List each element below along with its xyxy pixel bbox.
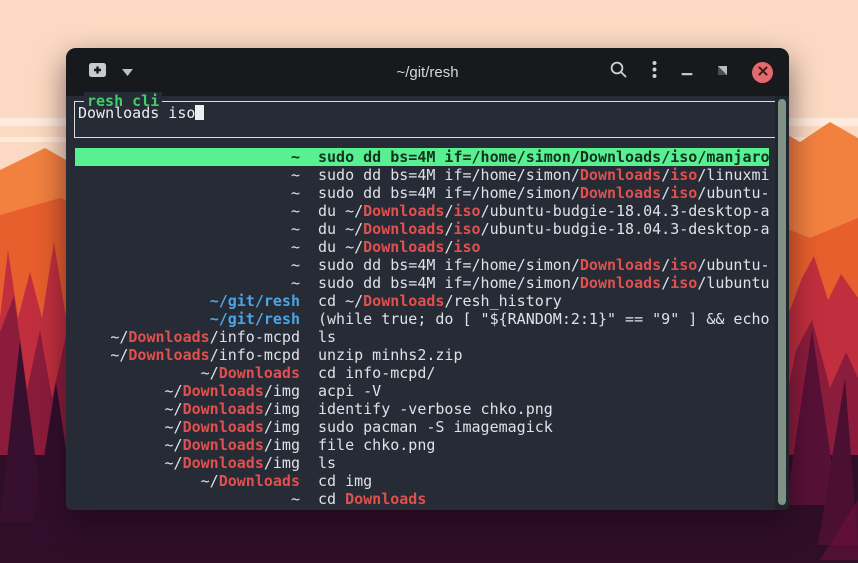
history-list: ~ sudo dd bs=4M if=/home/simon/Downloads/… xyxy=(66,148,789,508)
history-row[interactable]: ~/Downloads/info-mcpd unzip minhs2.zip xyxy=(75,346,769,364)
history-row[interactable]: ~/git/resh (while true; do [ "${RANDOM:2:… xyxy=(75,310,769,328)
row-command: sudo dd bs=4M if=/home/simon/Downloads/i… xyxy=(318,256,769,274)
new-tab-icon xyxy=(88,61,108,83)
row-command: (while true; do [ "${RANDOM:2:1}" == "9"… xyxy=(318,310,769,328)
history-row[interactable]: ~/Downloads cd info-mcpd/ xyxy=(75,364,769,382)
history-row[interactable]: ~/Downloads/img acpi -V xyxy=(75,382,769,400)
history-row[interactable]: ~ du ~/Downloads/iso xyxy=(75,238,769,256)
row-command: cd info-mcpd/ xyxy=(318,364,769,382)
minimize-button[interactable] xyxy=(681,63,693,81)
row-directory: ~ xyxy=(76,202,300,220)
row-directory: ~/Downloads/img xyxy=(76,454,300,472)
kebab-menu-icon xyxy=(652,60,657,84)
history-row[interactable]: ~/Downloads/img identify -verbose chko.pn… xyxy=(75,400,769,418)
row-directory: ~/Downloads/img xyxy=(76,400,300,418)
history-row[interactable]: ~/Downloads/img file chko.png xyxy=(75,436,769,454)
terminal-content: resh cli Downloads iso ~ sudo dd bs=4M if… xyxy=(66,96,789,510)
row-command: identify -verbose chko.png xyxy=(318,400,769,418)
chevron-down-icon xyxy=(122,63,133,81)
row-directory: ~ xyxy=(76,166,300,184)
restore-icon xyxy=(717,63,728,81)
history-row[interactable]: ~ sudo dd bs=4M if=/home/simon/Downloads/… xyxy=(75,184,769,202)
titlebar[interactable]: ~/git/resh xyxy=(66,48,789,96)
row-command: cd img xyxy=(318,472,769,490)
text-cursor xyxy=(195,105,204,120)
history-row[interactable]: ~ sudo dd bs=4M if=/home/simon/Downloads/… xyxy=(75,274,769,292)
row-command: ls xyxy=(318,454,769,472)
search-icon xyxy=(609,60,628,84)
search-panel: resh cli Downloads iso xyxy=(74,101,776,138)
history-row[interactable]: ~/git/resh cd ~/Downloads/resh_history xyxy=(75,292,769,310)
history-row[interactable]: ~ sudo dd bs=4M if=/home/simon/Downloads/… xyxy=(75,256,769,274)
row-directory: ~/Downloads xyxy=(76,364,300,382)
row-directory: ~/Downloads/info-mcpd xyxy=(76,328,300,346)
row-command: du ~/Downloads/iso/ubuntu-budgie-18.04.3… xyxy=(318,220,769,238)
row-directory: ~ xyxy=(76,220,300,238)
row-command: sudo dd bs=4M if=/home/simon/Downloads/i… xyxy=(318,274,769,292)
tab-dropdown-button[interactable] xyxy=(122,63,133,81)
history-row[interactable]: ~ cd Downloads xyxy=(75,490,769,508)
row-directory: ~ xyxy=(76,184,300,202)
menu-button[interactable] xyxy=(652,60,657,84)
row-directory: ~ xyxy=(76,274,300,292)
new-tab-button[interactable] xyxy=(88,61,108,83)
history-row[interactable]: ~/Downloads/info-mcpd ls xyxy=(75,328,769,346)
close-icon xyxy=(758,63,768,81)
row-command: sudo dd bs=4M if=/home/simon/Downloads/i… xyxy=(318,166,769,184)
row-directory: ~/git/resh xyxy=(76,310,300,328)
terminal-window: ~/git/resh xyxy=(66,48,789,510)
history-row[interactable]: ~ sudo dd bs=4M if=/home/simon/Downloads/… xyxy=(75,166,769,184)
history-row[interactable]: ~/Downloads cd img xyxy=(75,472,769,490)
row-command: file chko.png xyxy=(318,436,769,454)
row-command: sudo pacman -S imagemagick xyxy=(318,418,769,436)
row-command: cd ~/Downloads/resh_history xyxy=(318,292,769,310)
history-row[interactable]: ~/Downloads/img sudo pacman -S imagemagic… xyxy=(75,418,769,436)
row-directory: ~/Downloads/info-mcpd xyxy=(76,346,300,364)
history-row[interactable]: ~/Downloads/img ls xyxy=(75,454,769,472)
search-button[interactable] xyxy=(609,60,628,84)
row-directory: ~ xyxy=(76,238,300,256)
row-command: du ~/Downloads/iso xyxy=(318,238,769,256)
restore-button[interactable] xyxy=(717,63,728,81)
history-row[interactable]: ~ du ~/Downloads/iso/ubuntu-budgie-18.04.… xyxy=(75,220,769,238)
row-command: unzip minhs2.zip xyxy=(318,346,769,364)
row-directory: ~/Downloads/img xyxy=(76,436,300,454)
history-row[interactable]: ~ du ~/Downloads/iso/ubuntu-budgie-18.04.… xyxy=(75,202,769,220)
row-directory: ~ xyxy=(76,256,300,274)
row-command: acpi -V xyxy=(318,382,769,400)
row-command: ls xyxy=(318,328,769,346)
search-input[interactable]: Downloads iso xyxy=(78,104,204,122)
row-directory: ~ xyxy=(76,490,300,508)
row-directory: ~/Downloads/img xyxy=(76,382,300,400)
scrollbar-thumb[interactable] xyxy=(778,99,786,505)
row-command: du ~/Downloads/iso/ubuntu-budgie-18.04.3… xyxy=(318,202,769,220)
history-row-selected[interactable]: ~ sudo dd bs=4M if=/home/simon/Downloads/… xyxy=(75,148,769,166)
close-button[interactable] xyxy=(752,62,773,83)
row-command: sudo dd bs=4M if=/home/simon/Downloads/i… xyxy=(318,184,769,202)
search-query-text: Downloads iso xyxy=(78,104,195,122)
row-command: cd Downloads xyxy=(318,490,769,508)
minimize-icon xyxy=(681,63,693,81)
row-directory: ~ xyxy=(76,148,300,166)
row-directory: ~/Downloads xyxy=(76,472,300,490)
row-command: sudo dd bs=4M if=/home/simon/Downloads/i… xyxy=(318,148,769,166)
row-directory: ~/Downloads/img xyxy=(76,418,300,436)
row-directory: ~/git/resh xyxy=(76,292,300,310)
